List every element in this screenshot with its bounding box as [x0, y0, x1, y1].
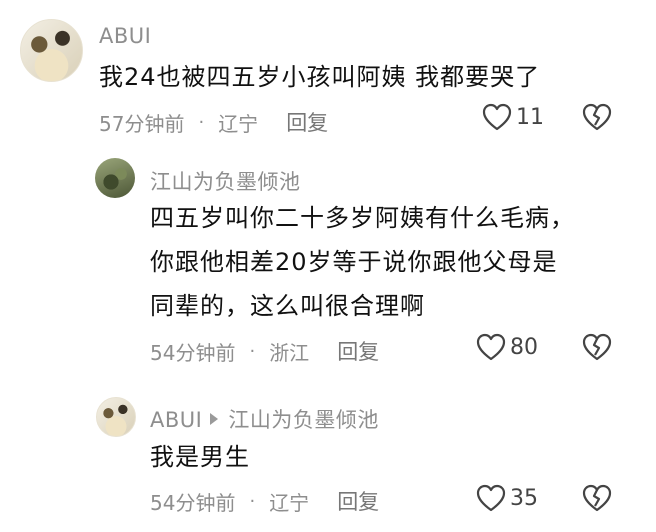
comment-meta: 54分钟前 · 辽宁 回复	[150, 486, 379, 516]
comment-location: 辽宁	[269, 490, 310, 515]
like-count: 11	[516, 104, 544, 130]
heart-icon	[476, 333, 506, 361]
like-button[interactable]: 11	[482, 103, 544, 131]
comment-username[interactable]: ABUI	[150, 408, 202, 432]
meta-separator: ·	[249, 490, 256, 512]
user-avatar-icon[interactable]	[95, 158, 135, 198]
dislike-button[interactable]	[582, 103, 612, 131]
user-avatar-icon[interactable]	[96, 397, 136, 437]
meta-separator: ·	[249, 340, 256, 362]
comment-time: 54分钟前	[150, 340, 236, 365]
comment-location: 辽宁	[218, 111, 259, 136]
comment-meta: 54分钟前 · 浙江 回复	[150, 336, 379, 366]
comment-username[interactable]: ABUI	[99, 24, 151, 48]
comment-text-line: 你跟他相差20岁等于说你跟他父母是	[150, 248, 558, 276]
comment-meta: 57分钟前 · 辽宁 回复	[99, 107, 328, 137]
comment-time: 57分钟前	[99, 111, 185, 136]
like-count: 35	[510, 485, 538, 511]
reply-arrow-icon	[210, 413, 219, 425]
comment-location: 浙江	[269, 340, 310, 365]
like-button[interactable]: 80	[476, 333, 538, 361]
comment-text: 我是男生	[150, 443, 250, 471]
reply-button[interactable]: 回复	[337, 486, 379, 516]
like-button[interactable]: 35	[476, 484, 538, 512]
broken-heart-icon	[582, 333, 612, 361]
like-count: 80	[510, 334, 538, 360]
comment-text: 我24也被四五岁小孩叫阿姨 我都要哭了	[99, 63, 541, 91]
heart-icon	[476, 484, 506, 512]
comment-text-line: 四五岁叫你二十多岁阿姨有什么毛病，	[150, 204, 575, 232]
user-avatar-icon[interactable]	[20, 19, 83, 82]
comment-username-line: ABUI 江山为负墨倾池	[150, 404, 379, 434]
dislike-button[interactable]	[582, 333, 612, 361]
reply-to-username[interactable]: 江山为负墨倾池	[228, 408, 379, 432]
dislike-button[interactable]	[582, 484, 612, 512]
comment-text-line: 同辈的，这么叫很合理啊	[150, 292, 425, 320]
reply-button[interactable]: 回复	[286, 107, 328, 137]
heart-icon	[482, 103, 512, 131]
broken-heart-icon	[582, 484, 612, 512]
broken-heart-icon	[582, 103, 612, 131]
reply-button[interactable]: 回复	[337, 336, 379, 366]
comment-username[interactable]: 江山为负墨倾池	[150, 166, 301, 196]
meta-separator: ·	[198, 111, 205, 133]
comment-time: 54分钟前	[150, 490, 236, 515]
